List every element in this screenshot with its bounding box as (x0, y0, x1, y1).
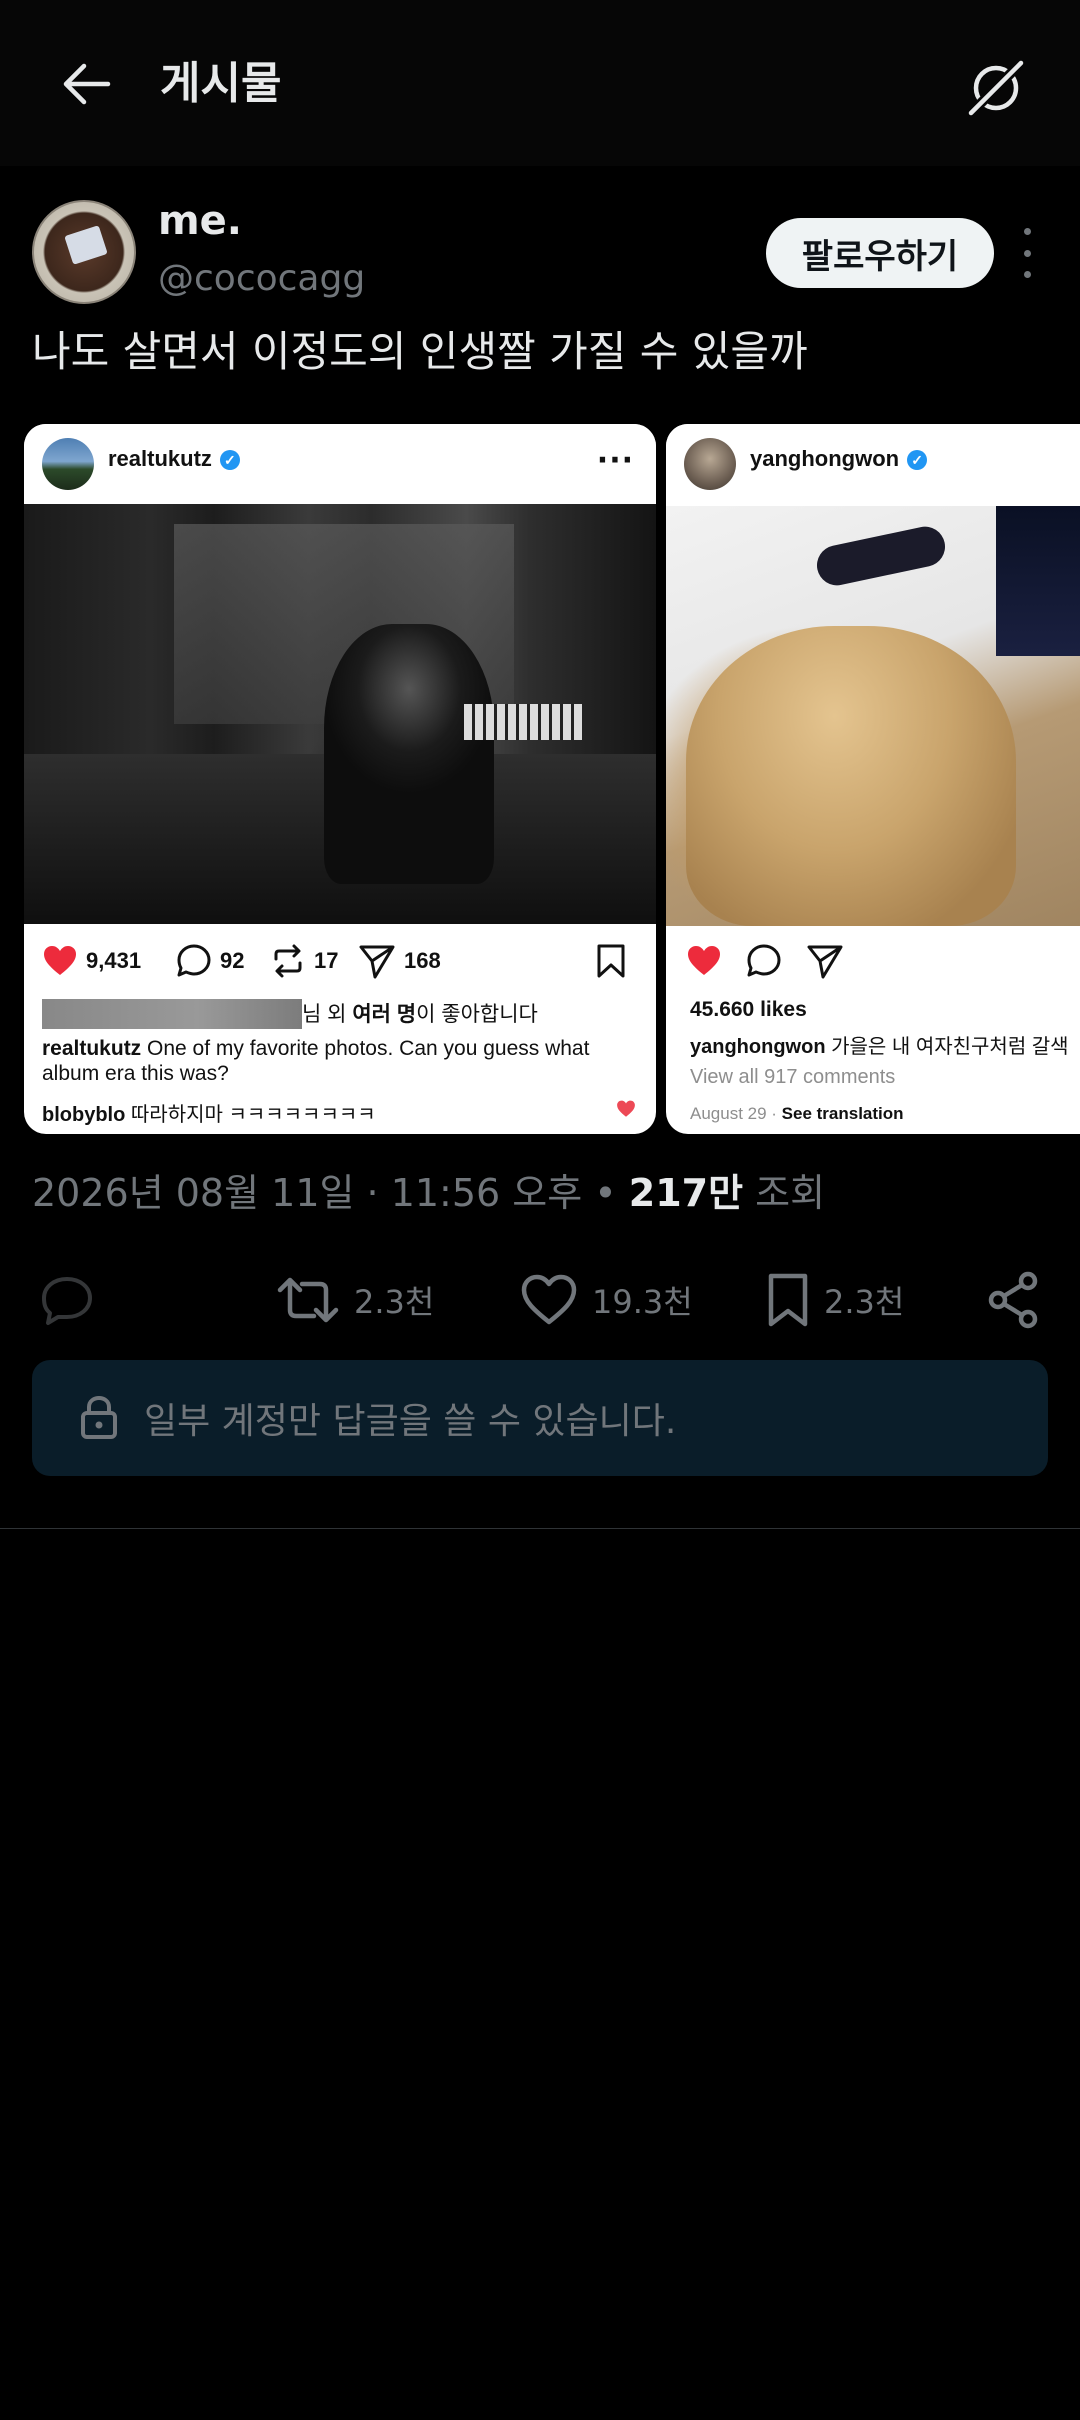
media-card-realtukutz[interactable]: realtukutz ✓ ··· 9,431 92 17 168 님 외 여러 … (24, 424, 656, 1134)
share-icon-wrap (806, 936, 852, 986)
divider (0, 1528, 1080, 1529)
verified-badge-icon: ✓ (219, 450, 240, 470)
card-username: yanghongwon ✓ (750, 446, 928, 472)
save-icon-wrap (596, 936, 634, 986)
comment-bubble-icon (747, 944, 781, 977)
bookmark-count: 2.3천 (824, 1283, 905, 1321)
more-options-button[interactable] (1012, 228, 1042, 278)
author-display-name[interactable]: me. (158, 198, 242, 244)
comment-count: 92 (176, 936, 244, 986)
repost-icon (274, 944, 302, 978)
heart-filled-icon (44, 946, 76, 975)
more-dot-icon (1023, 249, 1031, 257)
back-button[interactable] (56, 54, 116, 114)
share-icon (988, 1271, 1038, 1329)
bookmark-outline-icon (597, 944, 625, 978)
redacted-username (42, 999, 302, 1029)
post-meta: 2026년 08월 11일 · 11:56 오후 • 217만 조회 (32, 1171, 826, 1215)
comment-bubble-icon (177, 944, 211, 977)
share-count: 168 (358, 936, 441, 986)
liked-by-text: 님 외 여러 명이 좋아합니다 (42, 998, 538, 1029)
author-handle[interactable]: @cococagg (158, 258, 365, 299)
like-count: 9,431 (42, 936, 141, 986)
media-card-yanghongwon[interactable]: yanghongwon ✓ 45.660 likes yanghongwon 가을… (666, 424, 1080, 1134)
verified-badge-icon: ✓ (907, 450, 928, 470)
more-dot-icon (1023, 271, 1031, 278)
engagement-bar: 2.3천 19.3천 2.3천 (0, 1260, 1080, 1340)
top-bar: 게시물 (0, 0, 1080, 166)
send-icon (359, 945, 395, 979)
card-actions (666, 936, 1080, 986)
reply-restriction-text: 일부 계정만 답글을 쓸 수 있습니다. (144, 1401, 677, 1442)
card-photo (666, 506, 1080, 926)
send-icon (807, 945, 843, 979)
post-text: 나도 살면서 이정도의 인생짤 가질 수 있을까 (32, 327, 808, 376)
card-photo (24, 504, 656, 924)
grok-icon (967, 59, 1025, 117)
comment-icon-wrap (746, 936, 790, 986)
view-count: 217만 (628, 1171, 744, 1215)
back-arrow-icon (63, 63, 111, 105)
retweet-count: 2.3천 (354, 1283, 435, 1321)
card-caption: realtukutz One of my favorite photos. Ca… (42, 1037, 590, 1085)
card-more-icon: ··· (596, 443, 634, 478)
retweet-button[interactable]: 2.3천 (276, 1260, 434, 1340)
card-actions: 9,431 92 17 168 (24, 936, 656, 986)
follow-button[interactable]: 팔로우하기 (766, 218, 994, 288)
more-dot-icon (1023, 228, 1031, 235)
like-button[interactable]: 19.3천 (520, 1260, 693, 1340)
heart-outline-icon (521, 1274, 577, 1325)
card-caption: yanghongwon 가을은 내 여자친구처럼 갈색 (690, 1036, 1069, 1058)
bookmark-button[interactable]: 2.3천 (766, 1260, 904, 1340)
repost-count: 17 (270, 936, 338, 986)
card-header: realtukutz ✓ ··· (24, 424, 656, 504)
like-count-main: 19.3천 (592, 1283, 693, 1321)
card-avatar (42, 438, 94, 490)
card-avatar (684, 438, 736, 490)
author-avatar[interactable] (32, 200, 136, 304)
bookmark-icon (768, 1273, 808, 1327)
reply-restriction-banner: 일부 계정만 답글을 쓸 수 있습니다. (32, 1360, 1048, 1476)
reply-icon (42, 1277, 92, 1325)
card-likes: 45.660 likes (690, 998, 807, 1021)
heart-small-icon (617, 1100, 635, 1117)
post-timestamp[interactable]: 2026년 08월 11일 · 11:56 오후 (32, 1171, 582, 1215)
like-icon-wrap (686, 936, 730, 986)
card-header: yanghongwon ✓ (666, 424, 1080, 504)
view-all-comments: View all 917 comments (690, 1066, 896, 1088)
share-button[interactable] (986, 1260, 1056, 1340)
retweet-icon (277, 1277, 339, 1323)
card-username: realtukutz ✓ (108, 446, 240, 472)
card-date: August 29 · See translation (690, 1104, 904, 1123)
card-comment: blobyblo 따라하지마 ㅋㅋㅋㅋㅋㅋㅋㅋ (42, 1104, 376, 1126)
lock-icon (81, 1395, 117, 1439)
grok-button[interactable] (962, 54, 1030, 122)
heart-filled-icon (688, 946, 720, 975)
reply-button[interactable] (38, 1260, 110, 1340)
page-title: 게시물 (160, 58, 282, 109)
